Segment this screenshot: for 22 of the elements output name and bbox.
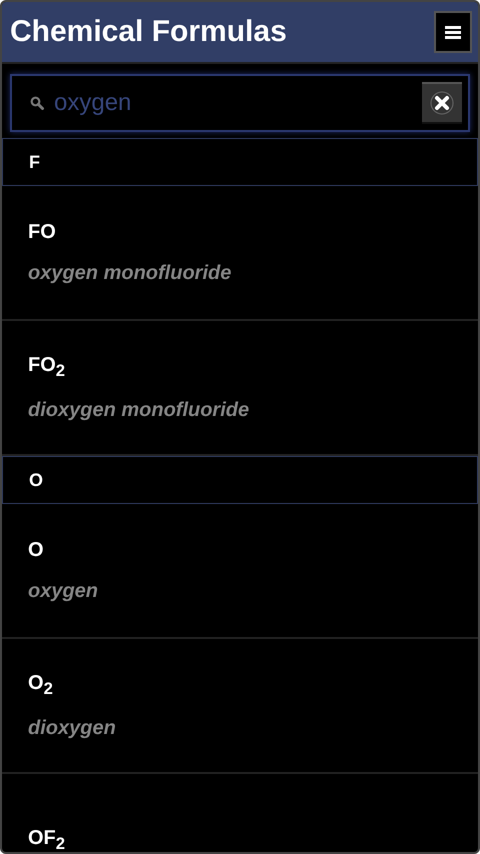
formula-text: OF$_{2}$ xyxy=(28,827,66,852)
formula-list-item[interactable]: O oxygen xyxy=(2,504,478,639)
clear-button[interactable] xyxy=(422,82,462,124)
formula-list-item[interactable]: FO oxygen monofluoride xyxy=(2,186,478,321)
formula-text: FO$_{2}$ xyxy=(28,354,66,380)
compound-name: dioxygen xyxy=(28,716,117,740)
formula-list-item[interactable]: FO$_{2}$ dioxygen monofluoride xyxy=(2,321,478,456)
formula-text: O xyxy=(28,538,45,562)
section-letter: O xyxy=(29,470,44,490)
formula-list-item[interactable]: O$_{2}$ dioxygen xyxy=(2,639,478,774)
search-icon xyxy=(30,96,44,110)
app-title: Chemical Formulas xyxy=(10,15,287,49)
close-icon xyxy=(430,91,454,115)
section-letter: F xyxy=(29,152,40,172)
menu-button[interactable] xyxy=(434,11,472,53)
formula-list-item[interactable]: OF$_{2}$ xyxy=(2,774,478,852)
formula-text: FO xyxy=(28,220,57,244)
compound-name: oxygen monofluoride xyxy=(28,262,232,284)
menu-icon xyxy=(445,25,461,39)
compound-name: oxygen xyxy=(28,580,100,602)
formula-text: O$_{2}$ xyxy=(28,672,54,698)
compound-name: dioxygen monofluoride xyxy=(28,398,250,422)
